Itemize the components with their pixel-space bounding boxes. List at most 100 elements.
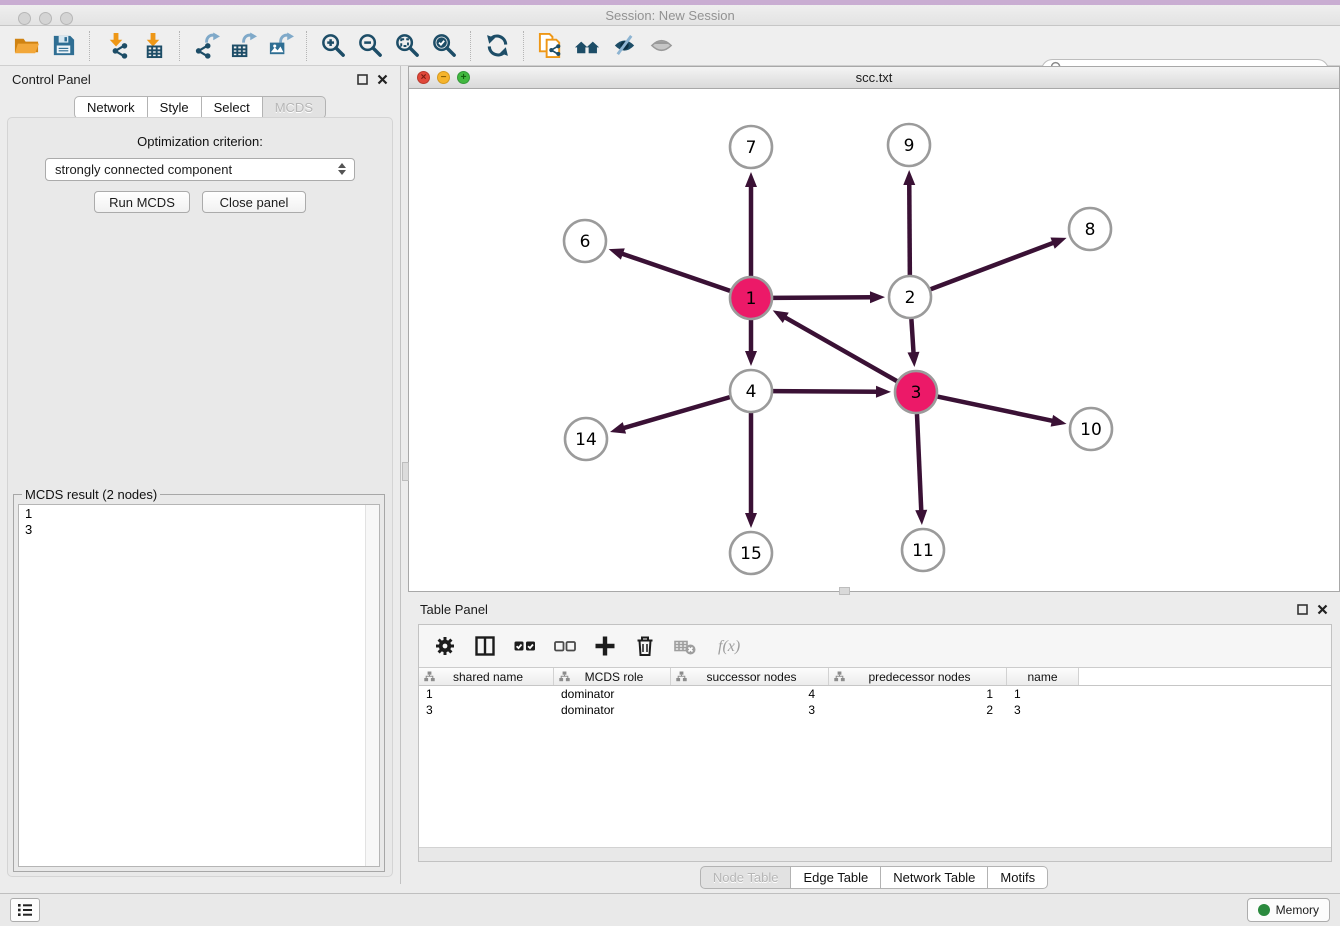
memory-button[interactable]: Memory: [1247, 898, 1330, 922]
node-9[interactable]: 9: [888, 124, 930, 166]
edge-2-to-3[interactable]: [907, 319, 919, 367]
cell-shared-name[interactable]: 1: [419, 687, 554, 701]
node-4[interactable]: 4: [730, 370, 772, 412]
edge-4-to-14[interactable]: [610, 397, 730, 433]
tab-network-table[interactable]: Network Table: [881, 866, 988, 889]
table-horizontal-scrollbar[interactable]: [419, 847, 1331, 861]
task-history-button[interactable]: [10, 898, 40, 922]
cell-shared-name[interactable]: 3: [419, 703, 554, 717]
zoom-selected-icon[interactable]: [426, 29, 463, 63]
node-1[interactable]: 1: [730, 277, 772, 319]
svg-text:8: 8: [1085, 220, 1096, 240]
split-columns-icon[interactable]: [473, 634, 497, 658]
mcds-result-textarea[interactable]: 1 3: [18, 504, 380, 867]
control-panel-tabs: NetworkStyleSelectMCDS: [0, 96, 400, 119]
function-icon: f(x): [713, 634, 743, 658]
hide-selected-icon[interactable]: [606, 29, 643, 63]
tab-mcds[interactable]: MCDS: [263, 96, 326, 119]
vertical-splitter-grip[interactable]: [402, 462, 409, 481]
export-table-icon[interactable]: [225, 29, 262, 63]
float-table-panel-icon[interactable]: [1297, 604, 1308, 615]
cell-predecessor-nodes[interactable]: 1: [829, 687, 1007, 701]
node-8[interactable]: 8: [1069, 208, 1111, 250]
cell-name[interactable]: 3: [1007, 703, 1079, 717]
zoom-out-icon[interactable]: [352, 29, 389, 63]
edge-1-to-7[interactable]: [745, 172, 757, 276]
deselect-all-icon[interactable]: [553, 634, 577, 658]
status-bar: Memory: [0, 893, 1340, 926]
column-header-successor-nodes[interactable]: successor nodes: [671, 668, 829, 685]
zoom-fit-icon[interactable]: [389, 29, 426, 63]
edge-3-to-1[interactable]: [773, 310, 897, 381]
delete-row-icon[interactable]: [633, 634, 657, 658]
edge-1-to-2[interactable]: [773, 291, 885, 303]
export-image-icon[interactable]: [262, 29, 299, 63]
network-canvas[interactable]: 1 2 3 4 6 7 8 9 10 11 14 15: [409, 89, 1339, 591]
main-toolbar: [0, 26, 1340, 66]
table-row-2[interactable]: 3dominator323: [419, 702, 1331, 718]
edge-1-to-4[interactable]: [745, 320, 757, 366]
node-3[interactable]: 3: [895, 371, 937, 413]
edge-3-to-10[interactable]: [938, 397, 1067, 427]
titlebar-accent-strip: [0, 0, 1340, 5]
cell-predecessor-nodes[interactable]: 2: [829, 703, 1007, 717]
column-header-predecessor-nodes[interactable]: predecessor nodes: [829, 668, 1007, 685]
import-network-icon[interactable]: [98, 29, 135, 63]
svg-text:f(x): f(x): [718, 638, 740, 655]
criterion-select[interactable]: strongly connected component: [45, 158, 355, 181]
node-15[interactable]: 15: [730, 532, 772, 574]
column-header-shared-name[interactable]: shared name: [419, 668, 554, 685]
close-table-panel-icon[interactable]: [1317, 604, 1328, 615]
zoom-in-icon[interactable]: [315, 29, 352, 63]
table-row-1[interactable]: 1dominator411: [419, 686, 1331, 702]
tab-style[interactable]: Style: [148, 96, 202, 119]
edge-3-to-11[interactable]: [915, 414, 927, 525]
window-titlebar: Session: New Session: [0, 0, 1340, 26]
import-table-icon[interactable]: [135, 29, 172, 63]
cell-MCDS-role[interactable]: dominator: [554, 687, 671, 701]
horizontal-splitter-grip[interactable]: [839, 587, 850, 595]
save-session-icon[interactable]: [45, 29, 82, 63]
gear-icon[interactable]: [433, 634, 457, 658]
select-all-icon[interactable]: [513, 634, 537, 658]
close-panel-icon[interactable]: [377, 74, 388, 85]
application-window: Session: New Session Control Panel Netwo…: [0, 0, 1340, 926]
node-7[interactable]: 7: [730, 126, 772, 168]
node-11[interactable]: 11: [902, 529, 944, 571]
tab-network[interactable]: Network: [74, 96, 148, 119]
open-session-icon[interactable]: [8, 29, 45, 63]
export-network-icon[interactable]: [188, 29, 225, 63]
edge-4-to-3[interactable]: [773, 386, 891, 398]
column-header-MCDS-role[interactable]: MCDS role: [554, 668, 671, 685]
network-window-titlebar[interactable]: × − + scc.txt: [409, 67, 1339, 89]
cell-successor-nodes[interactable]: 4: [671, 687, 829, 701]
cell-name[interactable]: 1: [1007, 687, 1079, 701]
cell-successor-nodes[interactable]: 3: [671, 703, 829, 717]
node-10[interactable]: 10: [1070, 408, 1112, 450]
refresh-layout-icon[interactable]: [479, 29, 516, 63]
result-scrollbar[interactable]: [365, 505, 379, 866]
node-6[interactable]: 6: [564, 220, 606, 262]
float-panel-icon[interactable]: [357, 74, 368, 85]
node-2[interactable]: 2: [889, 276, 931, 318]
table-panel: Table Panel f(x) shared nameMCDS rolesuc…: [408, 596, 1340, 888]
tab-select[interactable]: Select: [202, 96, 263, 119]
close-panel-button[interactable]: Close panel: [202, 191, 306, 213]
cell-MCDS-role[interactable]: dominator: [554, 703, 671, 717]
run-mcds-button[interactable]: Run MCDS: [94, 191, 190, 213]
table-panel-tabs: Node TableEdge TableNetwork TableMotifs: [408, 866, 1340, 889]
tab-motifs[interactable]: Motifs: [988, 866, 1048, 889]
first-neighbors-icon[interactable]: [569, 29, 606, 63]
tab-edge-table[interactable]: Edge Table: [791, 866, 881, 889]
network-file-icon[interactable]: [532, 29, 569, 63]
node-14[interactable]: 14: [565, 418, 607, 460]
mcds-result-title: MCDS result (2 nodes): [22, 487, 160, 502]
edge-1-to-6[interactable]: [609, 248, 731, 291]
edge-4-to-15[interactable]: [745, 413, 757, 528]
edge-2-to-9[interactable]: [903, 170, 915, 275]
add-row-icon[interactable]: [593, 634, 617, 658]
mcds-result-group: MCDS result (2 nodes) 1 3: [13, 494, 385, 872]
edge-2-to-8[interactable]: [931, 238, 1067, 290]
tab-node-table[interactable]: Node Table: [700, 866, 792, 889]
column-header-name[interactable]: name: [1007, 668, 1079, 685]
